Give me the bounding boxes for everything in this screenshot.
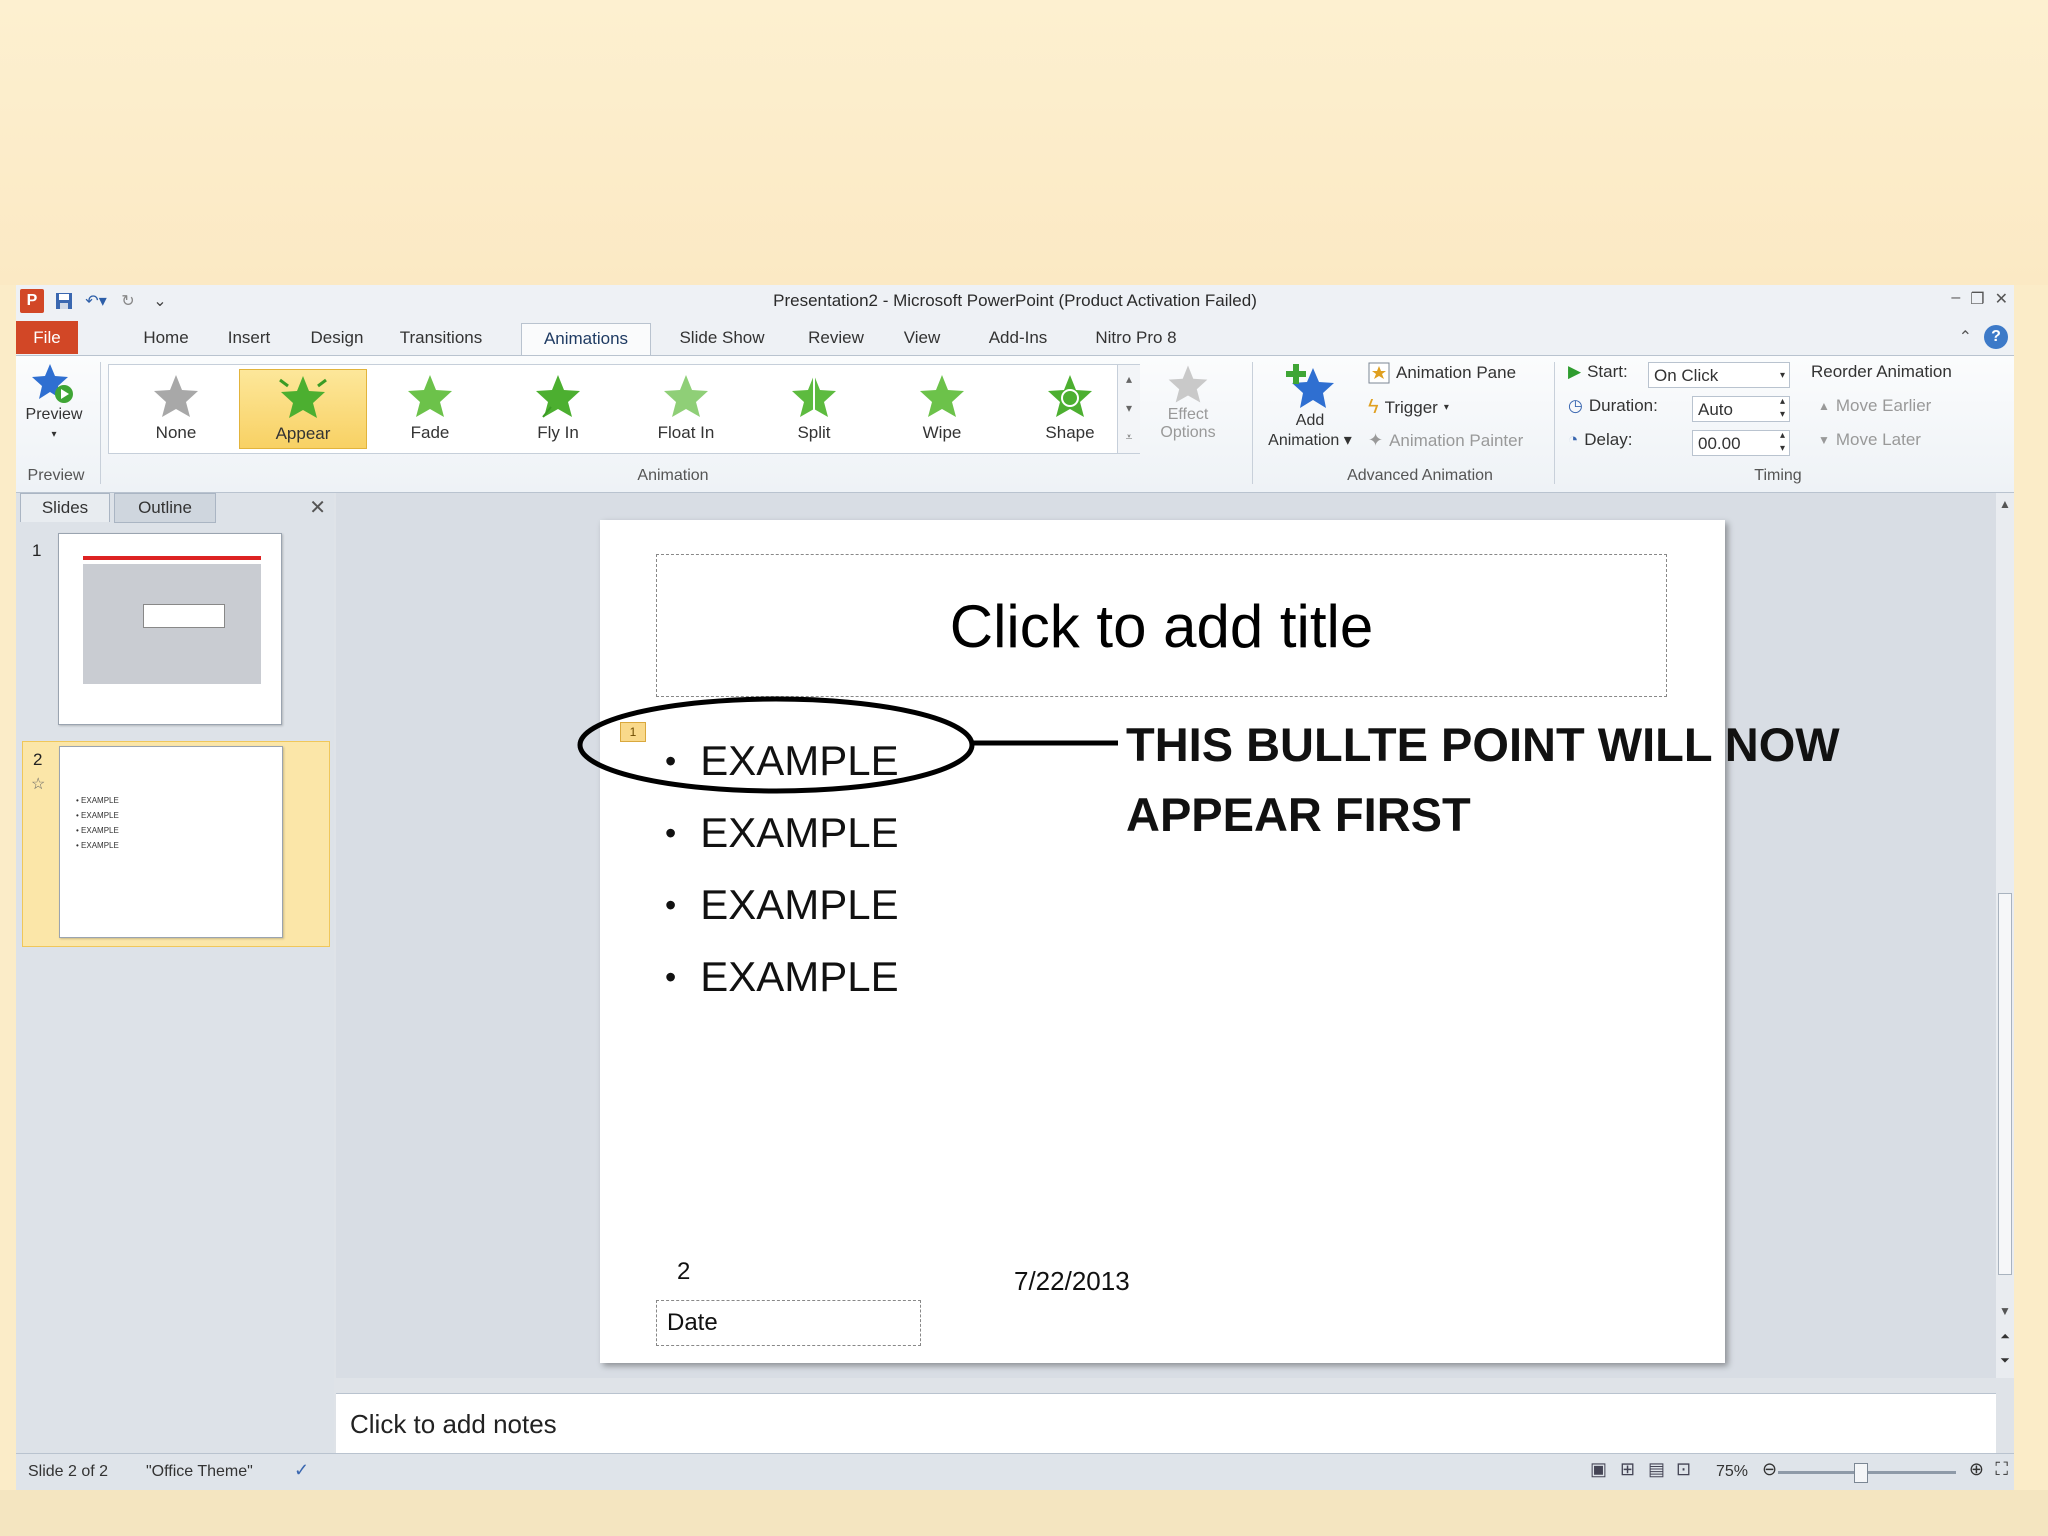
callout-text: THIS BULLTE POINT WILL NOW APPEAR FIRST xyxy=(1126,710,1840,850)
callout-line-1: THIS BULLTE POINT WILL NOW xyxy=(1126,718,1840,771)
callout-line-2: APPEAR FIRST xyxy=(1126,788,1471,841)
highlight-ellipse xyxy=(577,696,975,794)
